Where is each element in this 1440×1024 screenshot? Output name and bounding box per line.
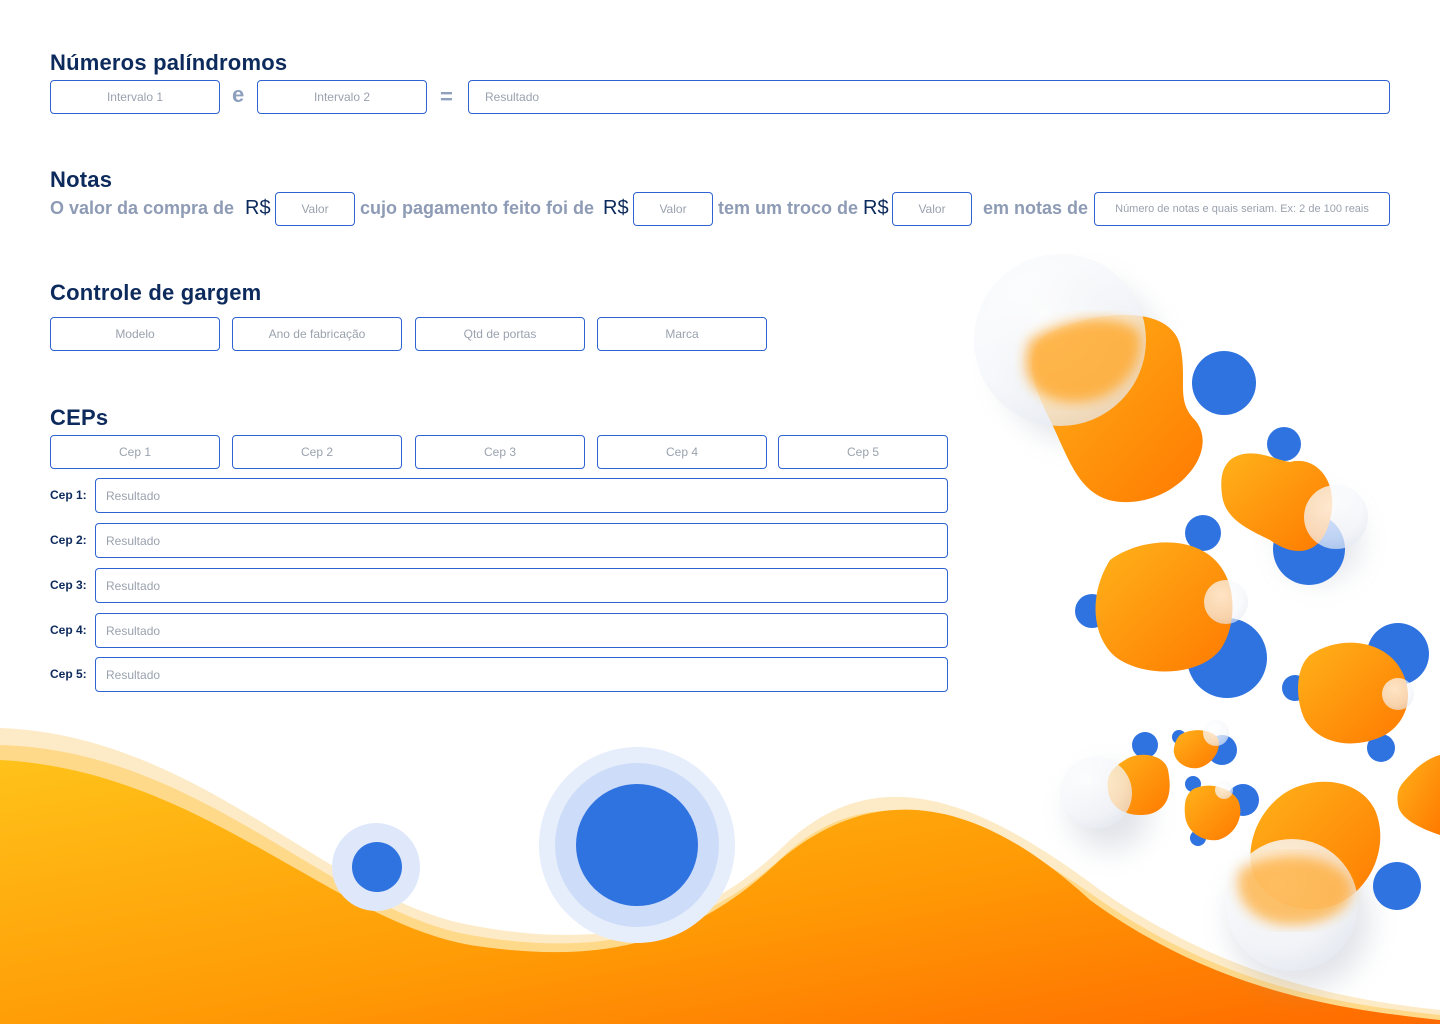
notas-text-troco: tem um troco de [718, 198, 859, 218]
notas-text-pagamento: cujo pagamento feito foi de [360, 198, 595, 218]
cep-2-result-label: Cep 2: [50, 533, 87, 547]
palindromos-result-field[interactable] [468, 80, 1390, 114]
cep-1-input[interactable] [50, 435, 220, 469]
garagem-title: Controle de gargem [50, 280, 262, 305]
payment-value-input[interactable] [633, 192, 713, 226]
qtd-portas-input[interactable] [415, 317, 585, 351]
cep-2-input[interactable] [232, 435, 402, 469]
cep-3-result-field[interactable] [95, 568, 948, 603]
currency-label-1: R$ [245, 197, 271, 219]
change-value-input[interactable] [892, 192, 972, 226]
palindromos-title: Números palíndromos [50, 50, 288, 75]
cep-1-result-field[interactable] [95, 478, 948, 513]
cep-3-input[interactable] [415, 435, 585, 469]
marca-input[interactable] [597, 317, 767, 351]
equals-sign: = [440, 84, 453, 109]
main-content: Números palíndromos e = Notas O valor da… [0, 0, 1440, 1024]
interval-2-input[interactable] [257, 80, 427, 114]
ano-fabricacao-input[interactable] [232, 317, 402, 351]
currency-label-3: R$ [863, 197, 889, 219]
notas-text-compra: O valor da compra de [50, 198, 235, 218]
cep-5-result-field[interactable] [95, 657, 948, 692]
modelo-input[interactable] [50, 317, 220, 351]
cep-5-input[interactable] [778, 435, 948, 469]
purchase-value-input[interactable] [275, 192, 355, 226]
cep-4-result-field[interactable] [95, 613, 948, 648]
cep-1-result-label: Cep 1: [50, 488, 87, 502]
cep-4-input[interactable] [597, 435, 767, 469]
cep-2-result-field[interactable] [95, 523, 948, 558]
cep-5-result-label: Cep 5: [50, 667, 87, 681]
connector-e: e [232, 82, 245, 107]
ceps-title: CEPs [50, 405, 109, 430]
currency-label-2: R$ [603, 197, 629, 219]
notas-text-em-notas: em notas de [983, 198, 1089, 218]
cep-3-result-label: Cep 3: [50, 578, 87, 592]
cep-4-result-label: Cep 4: [50, 623, 87, 637]
notas-title: Notas [50, 167, 113, 192]
notes-result-field[interactable] [1094, 192, 1390, 226]
interval-1-input[interactable] [50, 80, 220, 114]
